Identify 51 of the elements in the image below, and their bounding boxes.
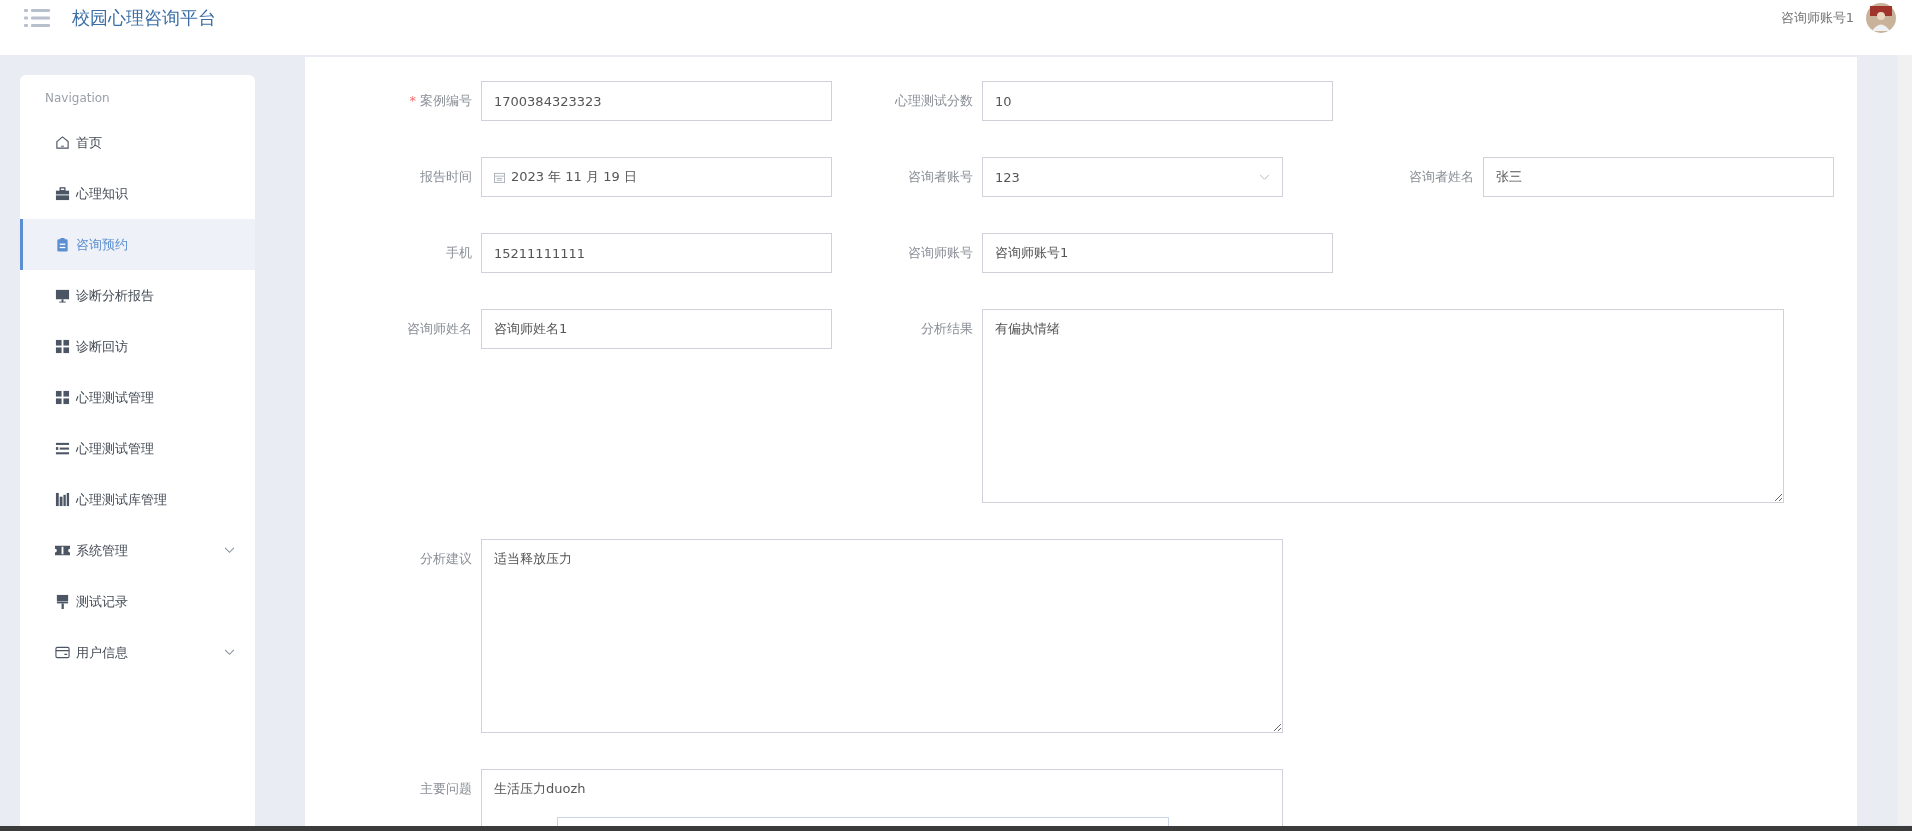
input-field[interactable]: 15211111111 [481, 233, 832, 273]
app-title: 校园心理咨询平台 [72, 5, 216, 30]
field-label: 咨询师账号 [907, 244, 974, 262]
clipboard-icon [55, 237, 70, 252]
grid-icon [55, 339, 70, 354]
calendar-icon [494, 171, 505, 183]
input-field[interactable]: 1700384323323 [481, 81, 832, 121]
input-field[interactable]: 10 [982, 81, 1333, 121]
user-name[interactable]: 咨询师账号1 [1780, 8, 1854, 27]
input-field[interactable]: 咨询师姓名1 [481, 309, 832, 349]
scrollbar[interactable] [1898, 55, 1912, 825]
sidebar-item[interactable]: 心理测试管理 [20, 372, 255, 423]
text-area[interactable]: 有偏执情绪 [982, 309, 1784, 503]
books-icon [55, 492, 70, 507]
input-field[interactable]: 张三 [1483, 157, 1834, 197]
field-label: 咨询师姓名 [406, 320, 473, 338]
field-label: 手机 [445, 244, 473, 262]
briefcase-icon [55, 186, 70, 201]
field-label: 咨询者姓名 [1408, 168, 1475, 186]
input-field[interactable]: 咨询师账号1 [982, 233, 1333, 273]
card-icon [55, 645, 70, 660]
field-label: 咨询者账号 [907, 168, 974, 186]
sidebar-item[interactable]: 系统管理 [20, 525, 255, 576]
brush-icon [55, 594, 70, 609]
field-label: 主要问题 [419, 780, 473, 798]
select-field[interactable]: 123 [982, 157, 1283, 197]
sidebar-item[interactable]: 首页 [20, 117, 255, 168]
sidebar-item[interactable]: 诊断分析报告 [20, 270, 255, 321]
monitor-icon [55, 288, 70, 303]
sidebar-item[interactable]: 心理测试管理 [20, 423, 255, 474]
date-field[interactable]: 2023 年 11 月 19 日 [481, 157, 832, 197]
grid-icon [55, 390, 70, 405]
field-label: 报告时间 [419, 168, 473, 186]
menu-icon[interactable] [24, 7, 50, 28]
field-label: 分析建议 [419, 550, 473, 568]
text-area[interactable]: 适当释放压力 [481, 539, 1283, 733]
sidebar-item[interactable]: 心理知识 [20, 168, 255, 219]
sidebar-item[interactable]: 诊断回访 [20, 321, 255, 372]
chevron-down-icon [1259, 173, 1270, 181]
nav-heading: Navigation [44, 91, 111, 107]
list-icon [55, 441, 70, 456]
avatar[interactable] [1866, 2, 1896, 33]
field-label: 心理测试分数 [894, 92, 974, 110]
sidebar-item[interactable]: 用户信息 [20, 627, 255, 678]
field-label: 案例编号 [420, 93, 472, 108]
ticket-icon [55, 543, 70, 558]
field-label: 分析结果 [920, 320, 974, 338]
required-mark: * [409, 93, 416, 108]
sidebar-item[interactable]: 测试记录 [20, 576, 255, 627]
home-icon [55, 135, 70, 150]
sidebar-item[interactable]: 心理测试库管理 [20, 474, 255, 525]
